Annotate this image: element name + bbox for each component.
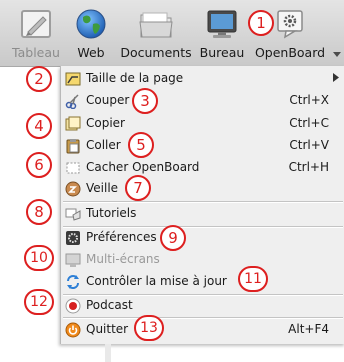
callout-badge: 13 — [134, 315, 164, 341]
toolbar-desktop-label: Bureau — [199, 45, 245, 60]
callout-badge: 10 — [24, 245, 54, 271]
multiscreen-icon — [65, 252, 81, 268]
copy-icon — [65, 116, 81, 132]
chevron-right-icon — [333, 73, 339, 82]
toolbar-documents-label: Documents — [120, 45, 192, 60]
menu-item-podcast[interactable]: Podcast — [61, 295, 344, 317]
menu-item-label: Contrôler la mise à jour — [86, 274, 227, 288]
callout-badge: 2 — [26, 66, 52, 92]
pen-board-icon — [16, 5, 56, 43]
menu-item-shortcut: Ctrl+C — [289, 116, 329, 130]
monitor-icon — [202, 5, 242, 43]
menu-item-shortcut: Ctrl+V — [289, 138, 329, 152]
callout-badge: 8 — [26, 199, 52, 225]
main-toolbar: Tableau Web Documents Bureau OpenBoard — [0, 0, 344, 67]
menu-item-label: Multi-écrans — [86, 252, 160, 266]
chevron-down-icon[interactable] — [333, 52, 341, 58]
menu-item-tutorials[interactable]: Tutoriels — [61, 203, 344, 225]
callout-badge: 1 — [248, 10, 274, 36]
scissors-icon — [65, 93, 81, 109]
paste-icon — [65, 138, 81, 154]
callout-badge: 6 — [26, 152, 52, 178]
callout-badge: 7 — [125, 175, 151, 201]
update-icon — [65, 274, 81, 290]
callout-badge: 4 — [26, 113, 52, 139]
menu-item-label: Couper — [86, 93, 130, 107]
menu-item-check-update[interactable]: Contrôler la mise à jour — [61, 271, 344, 293]
menu-item-label: Copier — [86, 116, 125, 130]
hide-icon — [65, 160, 81, 176]
menu-item-label: Préférences — [86, 230, 157, 244]
menu-item-hide[interactable]: Cacher OpenBoard Ctrl+H — [61, 157, 344, 179]
menu-item-label: Tutoriels — [86, 206, 137, 220]
menu-item-preferences[interactable]: Préférences — [61, 227, 344, 249]
menu-item-shortcut: Alt+F4 — [288, 322, 329, 336]
folder-icon — [136, 5, 176, 43]
callout-badge: 12 — [24, 289, 54, 315]
toolbar-web-label: Web — [77, 45, 105, 60]
menu-item-label: Quitter — [86, 322, 129, 336]
toolbar-openboard-label: OpenBoard — [254, 45, 326, 60]
preferences-icon — [65, 230, 81, 246]
toolbar-desktop-button[interactable]: Bureau — [198, 0, 246, 66]
menu-item-quit[interactable]: Quitter Alt+F4 — [61, 319, 344, 341]
menu-item-label: Cacher OpenBoard — [86, 160, 200, 174]
callout-badge: 5 — [128, 132, 154, 158]
toolbar-documents-button[interactable]: Documents — [118, 0, 194, 66]
globe-icon — [71, 5, 111, 43]
record-icon — [65, 298, 81, 314]
power-icon — [65, 322, 81, 338]
page-size-icon — [65, 71, 81, 87]
gear-board-icon — [270, 5, 310, 43]
toolbar-board-button[interactable]: Tableau — [8, 0, 64, 66]
menu-item-cut[interactable]: Couper Ctrl+X — [61, 90, 344, 112]
menu-item-page-size[interactable]: Taille de la page — [61, 68, 344, 90]
callout-badge: 9 — [160, 225, 186, 251]
menu-item-label: Podcast — [86, 298, 133, 312]
menu-item-shortcut: Ctrl+X — [289, 93, 329, 107]
menu-item-sleep[interactable]: Veille — [61, 178, 344, 200]
menu-item-shortcut: Ctrl+H — [288, 160, 329, 174]
menu-item-label: Veille — [86, 181, 119, 195]
menu-item-label: Coller — [86, 138, 121, 152]
callout-badge: 3 — [132, 88, 158, 114]
openboard-menu: Taille de la page Couper Ctrl+X Copier C… — [60, 66, 344, 344]
tutorial-icon — [65, 206, 81, 222]
toolbar-board-label: Tableau — [12, 45, 60, 60]
menu-item-copy[interactable]: Copier Ctrl+C — [61, 113, 344, 135]
menu-item-multiscreen[interactable]: Multi-écrans — [61, 249, 344, 271]
callout-badge: 11 — [238, 266, 268, 292]
menu-item-paste[interactable]: Coller Ctrl+V — [61, 135, 344, 157]
menu-item-label: Taille de la page — [86, 71, 184, 85]
toolbar-web-button[interactable]: Web — [70, 0, 112, 66]
background-strip — [105, 344, 111, 362]
sleep-icon — [65, 181, 81, 197]
